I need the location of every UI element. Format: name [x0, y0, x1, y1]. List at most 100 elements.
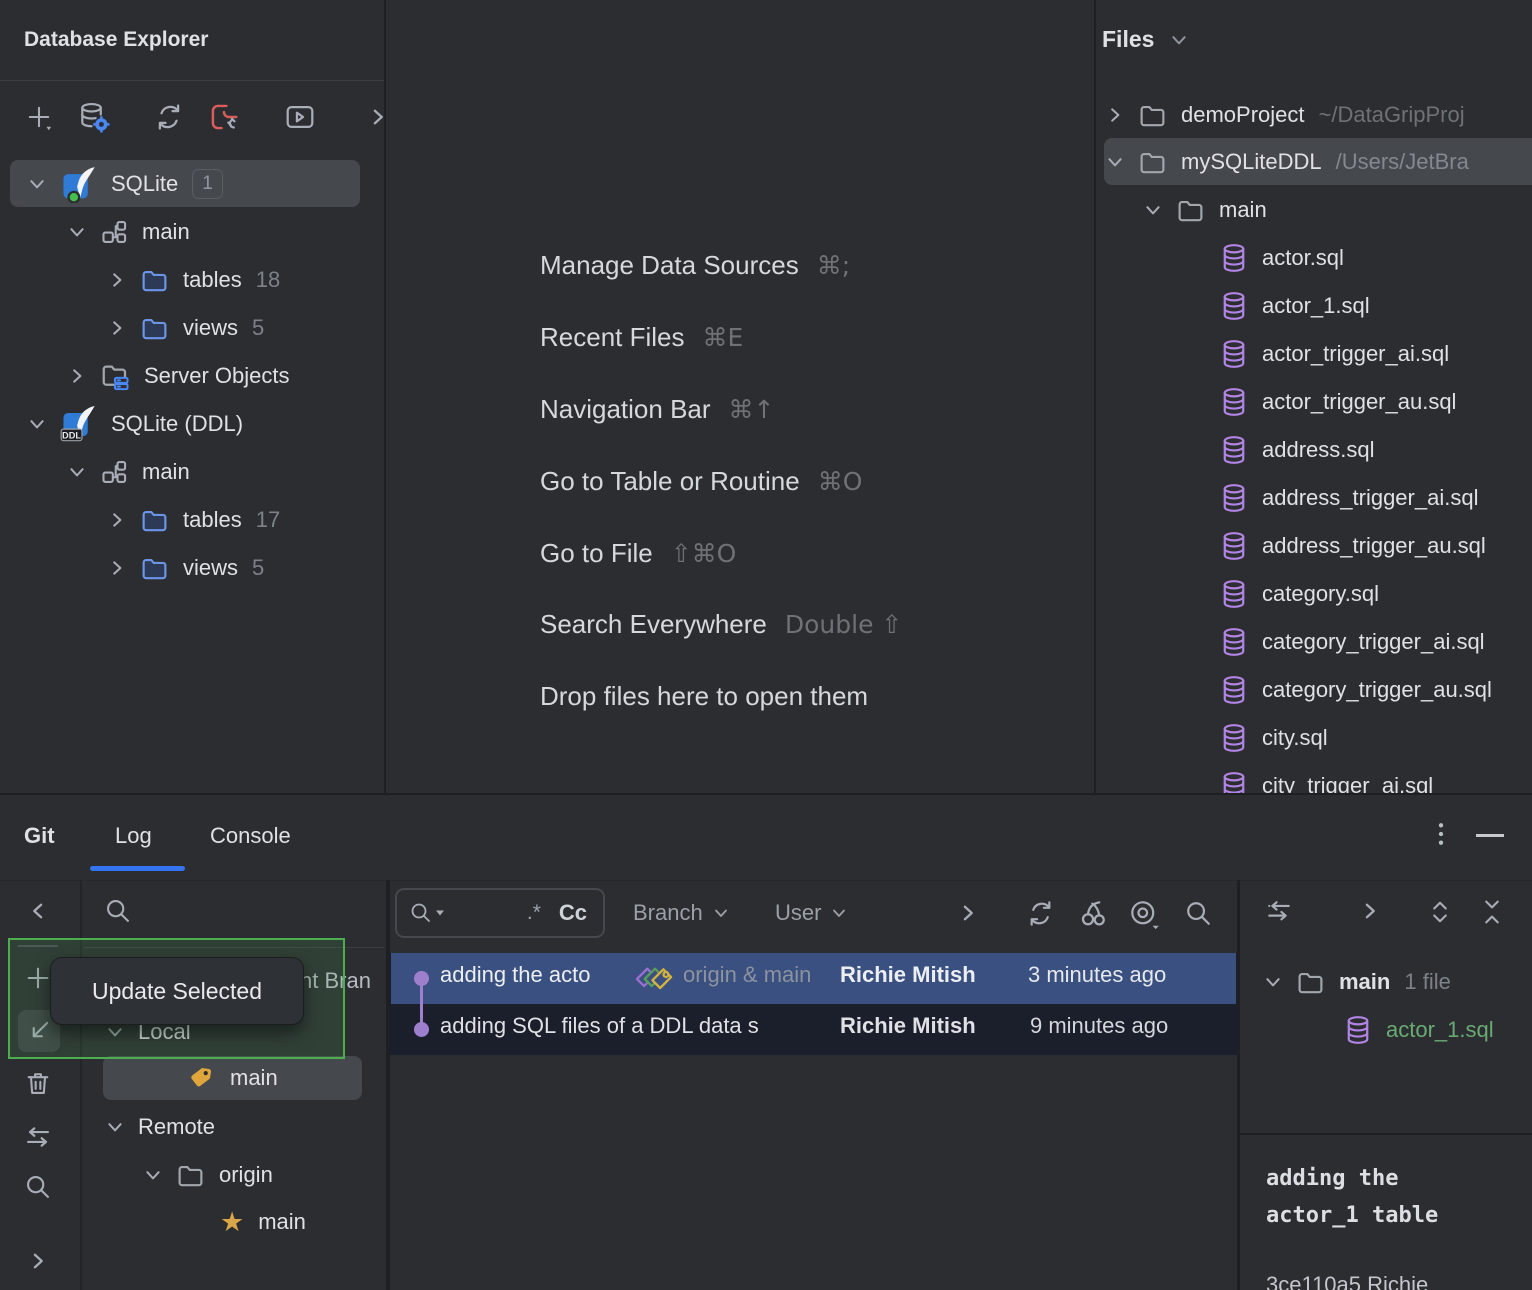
tree-item-sqlite[interactable]: SQLite 1: [28, 160, 237, 208]
chevron-down-icon[interactable]: [1170, 31, 1188, 49]
tree-item-main-schema[interactable]: main: [68, 448, 204, 496]
branch-label: origin: [219, 1162, 273, 1188]
tree-item-views[interactable]: views 5: [108, 304, 278, 352]
chevron-down-icon[interactable]: [144, 1166, 162, 1184]
tree-item-sql-file[interactable]: category_trigger_ai.sql: [1220, 618, 1499, 666]
tree-item-main-folder[interactable]: main: [1144, 186, 1281, 234]
chevron-down-icon[interactable]: [106, 1118, 124, 1136]
tree-item-label: main: [142, 459, 190, 485]
tree-item-sql-file[interactable]: city_trigger_ai.sql: [1220, 762, 1447, 793]
jump-to-sources-button[interactable]: [1262, 897, 1296, 927]
back-button[interactable]: [28, 901, 48, 921]
compare-branches-button[interactable]: [22, 1123, 54, 1151]
more-filters-button[interactable]: [958, 903, 978, 923]
item-count: 5: [252, 555, 264, 581]
tree-item-views[interactable]: views 5: [108, 544, 278, 592]
tree-item-sqlite-ddl[interactable]: DDL SQLite (DDL): [28, 400, 257, 448]
branch-search-icon[interactable]: [104, 897, 132, 925]
search-button[interactable]: [24, 1173, 52, 1201]
chevron-right-icon[interactable]: [108, 319, 126, 337]
chevron-down-icon[interactable]: [1106, 153, 1124, 171]
tree-item-sql-file[interactable]: actor_1.sql: [1220, 282, 1384, 330]
chevron-down-icon[interactable]: [1264, 973, 1282, 991]
branch-label: main: [230, 1065, 278, 1091]
commit-message[interactable]: adding SQL files of a DDL data s: [440, 1013, 836, 1047]
chevron-right-icon[interactable]: [108, 559, 126, 577]
tree-item-sql-file[interactable]: category_trigger_au.sql: [1220, 666, 1506, 714]
shortcut-label: Go to File: [540, 538, 653, 569]
chevron-down-icon[interactable]: [68, 223, 86, 241]
sqlite-icon: [60, 166, 97, 203]
chevron-right-icon[interactable]: [68, 367, 86, 385]
tree-item-sql-file[interactable]: city.sql: [1220, 714, 1342, 762]
active-tab-indicator: [90, 866, 185, 871]
tree-item-mysqliteddl[interactable]: mySQLiteDDL /Users/JetBra: [1106, 138, 1483, 186]
user-filter[interactable]: User: [775, 895, 847, 931]
branch-item-main-remote[interactable]: ★ main: [220, 1198, 320, 1246]
chevron-down-icon[interactable]: [28, 415, 46, 433]
chevron-right-icon[interactable]: [108, 511, 126, 529]
branch-label: main: [258, 1209, 306, 1235]
add-data-source-button[interactable]: [24, 102, 54, 132]
file-name: category.sql: [1262, 581, 1379, 607]
disconnect-button[interactable]: [208, 101, 240, 133]
chevron-down-icon[interactable]: [1144, 201, 1162, 219]
tree-item-tables[interactable]: tables 18: [108, 256, 294, 304]
expand-all-button[interactable]: [1426, 897, 1454, 927]
search-with-history-icon[interactable]: [409, 901, 445, 925]
chevron-down-icon[interactable]: [68, 463, 86, 481]
changed-files-root[interactable]: main 1 file: [1264, 958, 1465, 1006]
commit-list: adding the acto origin & main Richie Mit…: [390, 953, 1237, 1055]
tree-item-sql-file[interactable]: actor_trigger_ai.sql: [1220, 330, 1463, 378]
log-search-field[interactable]: .* Cc: [395, 888, 605, 938]
shortcut-label: Recent Files: [540, 322, 685, 353]
tab-console[interactable]: Console: [210, 823, 291, 849]
eye-filter-button[interactable]: [1128, 899, 1160, 929]
tree-item-sql-file[interactable]: address_trigger_au.sql: [1220, 522, 1500, 570]
refresh-log-button[interactable]: [1026, 899, 1055, 928]
more-options-button[interactable]: [1430, 821, 1452, 847]
chevron-down-icon[interactable]: [28, 175, 46, 193]
refresh-icon: [1026, 899, 1055, 928]
tree-item-tables[interactable]: tables 17: [108, 496, 294, 544]
branch-group-remote[interactable]: Remote: [106, 1103, 229, 1151]
branch-filter[interactable]: Branch: [633, 895, 729, 931]
cherry-pick-button[interactable]: [1078, 898, 1108, 928]
user-filter-label: User: [775, 900, 821, 926]
changed-file-item[interactable]: actor_1.sql: [1344, 1006, 1508, 1054]
tree-item-sql-file[interactable]: category.sql: [1220, 570, 1393, 618]
data-source-properties-button[interactable]: [78, 101, 110, 133]
tree-item-label: main: [142, 219, 190, 245]
editor-empty-state: Manage Data Sources ⌘; Recent Files ⌘E N…: [386, 0, 1094, 793]
divider: [1237, 880, 1240, 1290]
branch-remote-origin[interactable]: origin: [144, 1151, 287, 1199]
search-log-button[interactable]: [1184, 899, 1213, 928]
tree-item-sql-file[interactable]: address_trigger_ai.sql: [1220, 474, 1492, 522]
refresh-button[interactable]: [154, 102, 184, 132]
sqlite-ddl-icon: DDL: [60, 406, 97, 443]
tree-item-sql-file[interactable]: actor.sql: [1220, 234, 1358, 282]
tab-log[interactable]: Log: [115, 823, 152, 849]
tree-item-main-schema[interactable]: main: [68, 208, 204, 256]
collapse-all-button[interactable]: [1478, 897, 1506, 927]
match-case-toggle[interactable]: Cc: [559, 900, 587, 926]
tree-item-demo-project[interactable]: demoProject ~/DataGripProj: [1106, 91, 1479, 139]
delete-button[interactable]: [24, 1069, 52, 1097]
expand-strip-button[interactable]: [28, 1251, 48, 1271]
jump-to-console-button[interactable]: [284, 101, 316, 133]
chevron-right-icon[interactable]: [108, 271, 126, 289]
shortcut-keys: ⌘↑: [729, 395, 775, 424]
minimize-button[interactable]: [1476, 834, 1504, 837]
expand-panel-button[interactable]: [1360, 901, 1380, 921]
files-header[interactable]: Files: [1102, 26, 1188, 53]
commit-graph-node: [414, 971, 429, 986]
regex-toggle[interactable]: .*: [527, 901, 541, 925]
tree-item-server-objects[interactable]: Server Objects: [68, 352, 304, 400]
chevron-right-icon[interactable]: [1106, 106, 1124, 124]
commit-message[interactable]: adding the acto: [440, 962, 636, 996]
toolbar-more-button[interactable]: [368, 107, 384, 127]
folder-icon: [1296, 968, 1325, 997]
tree-item-sql-file[interactable]: address.sql: [1220, 426, 1389, 474]
branch-item-main-local[interactable]: main: [188, 1054, 292, 1102]
tree-item-sql-file[interactable]: actor_trigger_au.sql: [1220, 378, 1470, 426]
